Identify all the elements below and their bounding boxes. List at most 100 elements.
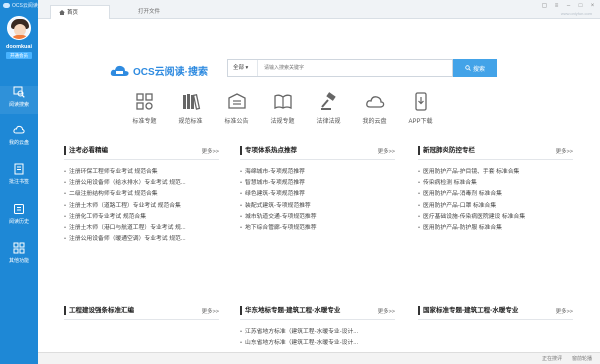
sidebar-item-cloud[interactable]: 我的云盘 [0, 124, 38, 152]
search-icon [465, 65, 471, 71]
bookmark-icon [14, 163, 24, 175]
section-title: 新冠肺炎防控专栏 [418, 146, 573, 155]
tab-home[interactable]: 首页 [50, 5, 110, 19]
search-input[interactable] [258, 60, 452, 76]
section-national-standards: 国家标准专题-建筑工程-水暖专业 更多>> [418, 306, 573, 320]
list-item[interactable]: 城市轨道交通-专项规范推荐 [240, 211, 395, 222]
list-item[interactable]: 医用防护产品-防护服 标准合集 [418, 222, 573, 233]
more-link[interactable]: 更多>> [556, 147, 573, 155]
section-title: 华东地标专题-建筑工程-水暖专业 [240, 306, 395, 315]
sidebar-item-label: 批注书签 [8, 179, 29, 185]
list-item[interactable]: 注册环保工程师专业考试 规范合集 [64, 166, 219, 177]
list-item[interactable]: 医疗基础设施-传染病医院建设 标准合集 [418, 211, 573, 222]
list-item[interactable]: 装配式建筑-专项规范推荐 [240, 200, 395, 211]
announcement-icon [227, 93, 246, 109]
section-title: 注考必看精编 [64, 146, 219, 155]
more-link[interactable]: 更多>> [378, 307, 395, 315]
list-item[interactable]: 注册化工师专业考试 规范合集 [64, 211, 219, 222]
section-title: 工程建设强条标准汇编 [64, 306, 219, 315]
section-title: 国家标准专题-建筑工程-水暖专业 [418, 306, 573, 315]
list-item[interactable]: 医用防护产品-护目镜、手套 标准合集 [418, 166, 573, 177]
list-item[interactable]: 注册公用设备师（暖通空调）专业考试 规范... [64, 233, 219, 244]
list-item[interactable]: 地下综合管廊-专项规范推荐 [240, 222, 395, 233]
vip-badge-button[interactable]: 开通会员 [6, 52, 32, 59]
nav-laws[interactable]: 法律法规 [312, 92, 345, 125]
brand-logo: OCS云阅读·搜索 [110, 63, 208, 78]
list-item[interactable]: 绿色建筑-专项规范推荐 [240, 188, 395, 199]
nav-app-download[interactable]: APP下载 [404, 92, 437, 125]
search-button[interactable]: 搜索 [453, 59, 497, 77]
list-item[interactable]: 海绵城市-专项规范推荐 [240, 166, 395, 177]
app-logo: OCS云阅读 [3, 2, 38, 9]
watermark: www.onlyfun.com [560, 11, 592, 16]
category-nav: 标准专题 规范标准 标准公告 法规专题 法律法规 我的云盘 APP下载 [128, 92, 437, 125]
nav-label: 标准公告 [224, 119, 249, 125]
sidebar-item-label: 其他功能 [8, 258, 29, 264]
window-controls: ▢ ≡ – □ × [541, 3, 596, 10]
username: doomkuai [6, 44, 32, 50]
sidebar: OCS云阅读 doomkuai 开通会员 阅读搜索 我的云盘 批注书签 阅读历史… [0, 0, 38, 364]
more-link[interactable]: 更多>> [202, 147, 219, 155]
avatar[interactable] [7, 16, 31, 40]
status-right[interactable]: 窗前轮播 [572, 355, 592, 362]
sidebar-item-label: 阅读搜索 [8, 102, 29, 108]
section-covid-prevention: 新冠肺炎防控专栏 更多>> 医用防护产品-护目镜、手套 标准合集 传染病检测 标… [418, 146, 573, 233]
more-link[interactable]: 更多>> [202, 307, 219, 315]
nav-label: 规范标准 [178, 119, 203, 125]
list-item[interactable]: 注册公用设备师（给水排水）专业考试 规范... [64, 177, 219, 188]
search-scope-select[interactable]: 全部 ▾ [228, 60, 258, 76]
books-icon [182, 93, 200, 110]
search-button-label: 搜索 [472, 66, 485, 73]
search-box: 全部 ▾ [227, 59, 453, 77]
list-item[interactable]: 智慧城市-专项规范推荐 [240, 177, 395, 188]
tab-open-file[interactable]: 打开文件 [130, 5, 168, 19]
section-exam-essentials: 注考必看精编 更多>> 注册环保工程师专业考试 规范合集 注册公用设备师（给水排… [64, 146, 219, 244]
sidebar-item-label: 我的云盘 [8, 140, 29, 146]
list-item[interactable]: 山东省地方标准（建筑工程-水暖专业-设计... [240, 337, 395, 348]
nav-standard-topics[interactable]: 标准专题 [128, 92, 161, 125]
list-item[interactable]: 注册土木师（港口与航道工程）专业考试 规... [64, 222, 219, 233]
app-logo-text: OCS云阅读 [12, 3, 38, 9]
tab-label: 首页 [67, 10, 79, 16]
status-bar: 正在搜评 窗前轮播 [38, 352, 600, 364]
section-title: 专项体系热点推荐 [240, 146, 395, 155]
nav-my-cloud[interactable]: 我的云盘 [358, 92, 391, 125]
gavel-icon [320, 92, 336, 110]
list-item[interactable]: 注册土木师（道路工程）专业考试 规范合集 [64, 200, 219, 211]
tab-bar: 首页 打开文件 ▢ ≡ – □ × www.onlyfun.com [38, 0, 600, 19]
sidebar-item-bookmarks[interactable]: 批注书签 [0, 163, 38, 191]
more-link[interactable]: 更多>> [378, 147, 395, 155]
nav-label: 标准专题 [132, 119, 157, 125]
minimize-icon[interactable]: – [565, 3, 572, 10]
list-item[interactable]: 医用防护产品-消毒剂 标准合集 [418, 188, 573, 199]
maximize-icon[interactable]: □ [577, 3, 584, 10]
search-icon [13, 86, 25, 98]
section-east-china-local: 华东地标专题-建筑工程-水暖专业 更多>> 江苏省地方标准（建筑工程-水暖专业-… [240, 306, 395, 348]
list-item[interactable]: 医用防护产品-口罩 标准合集 [418, 200, 573, 211]
brand-text: OCS云阅读·搜索 [133, 67, 208, 78]
section-hot-topics: 专项体系热点推荐 更多>> 海绵城市-专项规范推荐 智慧城市-专项规范推荐 绿色… [240, 146, 395, 233]
home-icon [59, 10, 65, 15]
list-item[interactable]: 江苏省地方标准（建筑工程-水暖专业-设计... [240, 326, 395, 337]
nav-regulation-topics[interactable]: 法规专题 [266, 92, 299, 125]
grid-icon [135, 93, 153, 110]
sidebar-item-search[interactable]: 阅读搜索 [0, 86, 38, 114]
nav-label: 我的云盘 [362, 119, 387, 125]
skin-icon[interactable]: ▢ [541, 3, 548, 10]
cloud-logo-icon [3, 3, 10, 8]
nav-specifications[interactable]: 规范标准 [174, 92, 207, 125]
more-link[interactable]: 更多>> [556, 307, 573, 315]
list-item[interactable]: 二级注册结构师专业考试 规范合集 [64, 188, 219, 199]
tab-label: 打开文件 [138, 9, 161, 15]
status-left: 正在搜评 [541, 356, 562, 362]
nav-announcements[interactable]: 标准公告 [220, 92, 253, 125]
menu-icon[interactable]: ≡ [553, 3, 560, 10]
history-icon [14, 204, 24, 214]
close-icon[interactable]: × [589, 3, 596, 10]
sidebar-item-history[interactable]: 阅读历史 [0, 203, 38, 231]
sidebar-item-label: 阅读历史 [8, 219, 29, 225]
list-item[interactable]: 传染病检测 标准合集 [418, 177, 573, 188]
sidebar-item-more[interactable]: 其他功能 [0, 242, 38, 270]
more-icon [13, 242, 25, 254]
open-book-icon [273, 94, 292, 110]
